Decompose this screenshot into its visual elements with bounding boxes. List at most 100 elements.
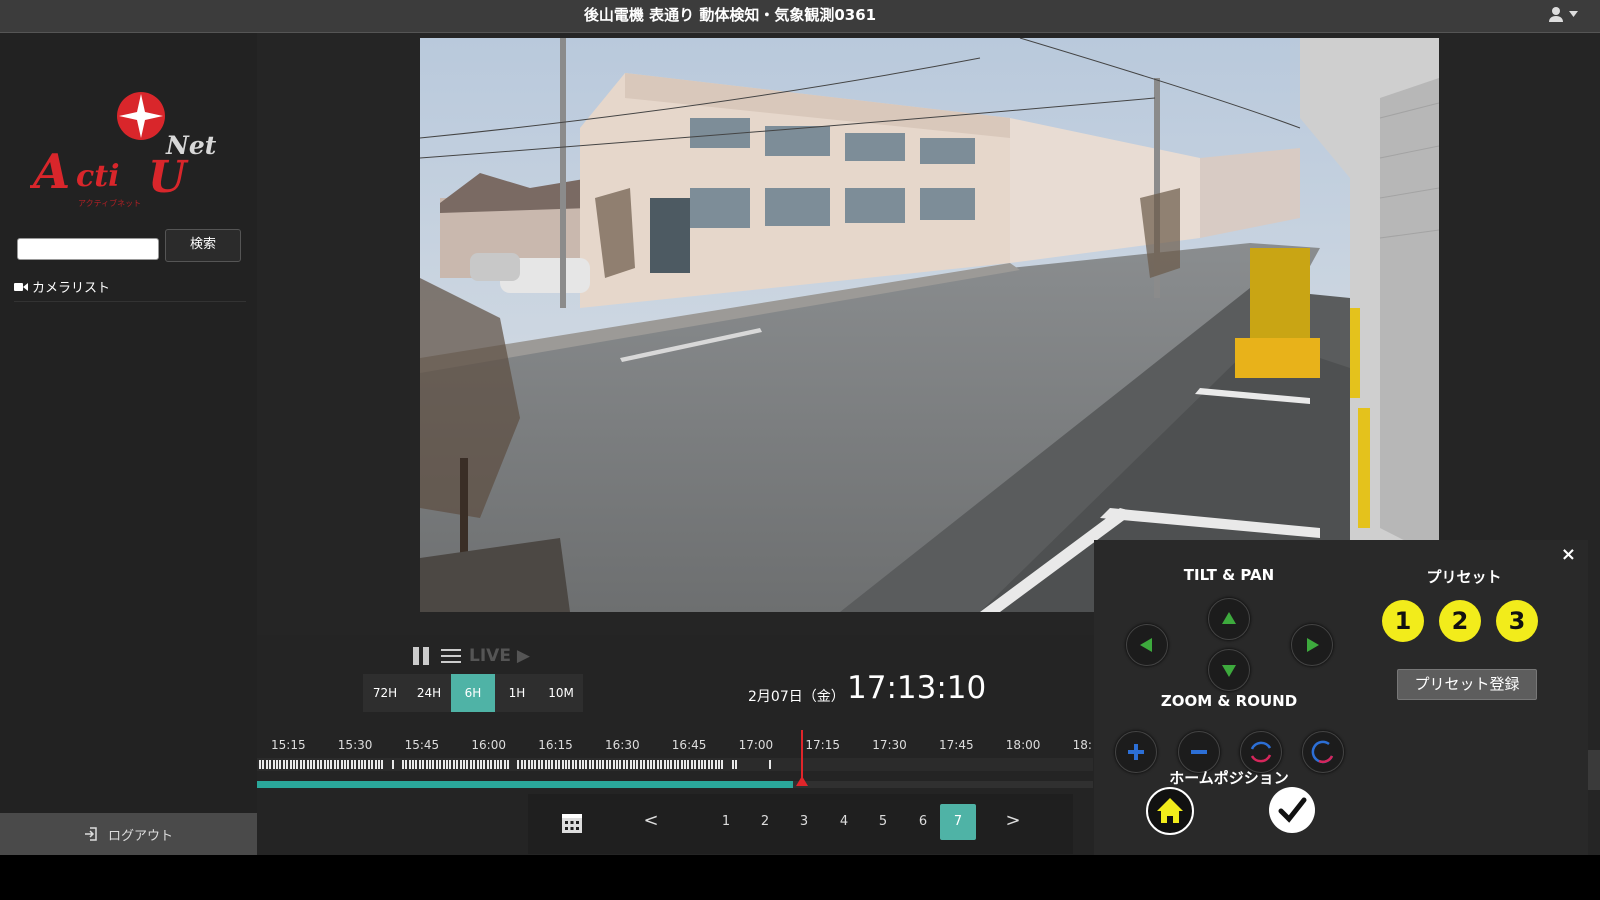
calendar-icon[interactable] [561, 812, 583, 834]
pager-prev-button[interactable]: < [641, 810, 661, 831]
range-button-10m[interactable]: 10M [539, 674, 583, 712]
motion-event-mark [551, 760, 554, 769]
motion-event-mark [578, 760, 581, 769]
pan-right-button[interactable] [1291, 624, 1333, 666]
motion-event-mark [718, 760, 720, 769]
motion-event-mark [524, 760, 527, 769]
motion-event-mark [575, 760, 578, 769]
svg-text:A: A [30, 144, 70, 200]
motion-event-mark [429, 760, 431, 769]
motion-event-mark [327, 760, 329, 769]
motion-event-mark [463, 760, 465, 769]
preset-register-button[interactable]: プリセット登録 [1397, 669, 1537, 700]
timeline-tick-label: 17:00 [738, 738, 774, 752]
playhead-marker[interactable] [796, 730, 808, 786]
actiunet-logo: A cti U Net アクティブネット [29, 88, 230, 218]
preset-button-1[interactable]: 1 [1382, 600, 1424, 642]
motion-event-mark [544, 760, 547, 769]
motion-event-mark [629, 760, 632, 769]
motion-event-mark [371, 760, 374, 769]
motion-event-mark [476, 760, 479, 769]
motion-event-mark [269, 760, 272, 769]
timeline[interactable]: 15:15 15:30 15:45 16:00 16:15 16:30 16:45 17:00… [257, 730, 1093, 792]
motion-event-mark [667, 760, 669, 769]
camera-list-link[interactable]: カメラリスト [14, 277, 110, 296]
search-input[interactable] [17, 238, 159, 260]
motion-event-mark [653, 760, 656, 769]
motion-event-mark [517, 760, 520, 769]
home-icon [1157, 798, 1183, 823]
motion-event-mark [697, 760, 700, 769]
tilt-up-button[interactable] [1208, 598, 1250, 640]
tilt-pan-label: TILT & PAN [1183, 566, 1275, 584]
motion-event-mark [605, 760, 608, 769]
motion-event-mark [340, 760, 343, 769]
divider [14, 301, 246, 302]
motion-event-mark [391, 760, 394, 769]
pause-button[interactable] [413, 647, 433, 665]
motion-event-mark [612, 760, 615, 769]
motion-event-mark [439, 760, 442, 769]
motion-event-mark [425, 760, 428, 769]
motion-event-mark [721, 760, 724, 769]
motion-event-mark [582, 760, 584, 769]
motion-event-mark [344, 760, 346, 769]
range-button-24h[interactable]: 24H [407, 674, 451, 712]
motion-event-mark [673, 760, 676, 769]
motion-event-mark [374, 760, 377, 769]
motion-event-mark [537, 760, 540, 769]
motion-event-mark [452, 760, 455, 769]
page-button-2[interactable]: 2 [755, 814, 775, 829]
motion-event-mark [531, 760, 533, 769]
camera-video-feed[interactable] [420, 38, 1439, 612]
user-menu[interactable] [1548, 6, 1578, 22]
preset-button-3[interactable]: 3 [1496, 600, 1538, 642]
timeline-tick-label: 17:45 [939, 738, 974, 752]
motion-event-mark [289, 760, 292, 769]
range-button-6h[interactable]: 6H [451, 674, 495, 712]
home-position-button[interactable] [1146, 787, 1194, 835]
motion-event-mark [527, 760, 530, 769]
motion-event-mark [279, 760, 282, 769]
pager-next-button[interactable]: > [1003, 810, 1023, 831]
close-button[interactable]: × [1561, 544, 1576, 565]
motion-event-mark [656, 760, 659, 769]
motion-event-mark [401, 760, 404, 769]
timeline-tick-label: 18: [1072, 738, 1092, 752]
confirm-button[interactable] [1269, 787, 1315, 833]
motion-event-mark [585, 760, 588, 769]
motion-event-mark [690, 760, 693, 769]
motion-event-mark [367, 760, 370, 769]
page-button-4[interactable]: 4 [834, 814, 854, 829]
tilt-down-button[interactable] [1208, 649, 1250, 691]
motion-event-mark [412, 760, 414, 769]
arrow-right-icon [1307, 638, 1319, 652]
playback-buttons: LIVE ▶ [413, 646, 530, 666]
motion-event-mark [636, 760, 639, 769]
pan-left-button[interactable] [1126, 624, 1168, 666]
motion-event-mark [646, 760, 649, 769]
motion-event-mark [711, 760, 714, 769]
preset-button-2[interactable]: 2 [1439, 600, 1481, 642]
page-button-5[interactable]: 5 [873, 814, 893, 829]
motion-event-mark [633, 760, 635, 769]
motion-event-mark [459, 760, 462, 769]
checkmark-icon [1278, 797, 1307, 823]
motion-event-mark [272, 760, 275, 769]
motion-event-mark [415, 760, 418, 769]
list-icon[interactable] [441, 647, 461, 665]
range-button-1h[interactable]: 1H [495, 674, 539, 712]
search-button[interactable]: 検索 [165, 229, 241, 262]
page-button-1[interactable]: 1 [716, 814, 736, 829]
motion-event-mark [299, 760, 302, 769]
live-button[interactable]: LIVE ▶ [469, 646, 530, 666]
page-button-6[interactable]: 6 [913, 814, 933, 829]
page-button-3[interactable]: 3 [794, 814, 814, 829]
range-button-72h[interactable]: 72H [363, 674, 407, 712]
logout-button[interactable]: ログアウト [0, 813, 257, 855]
page-button-7[interactable]: 7 [940, 804, 976, 840]
playback-date: 2月07日（金） [748, 689, 845, 705]
motion-event-mark [616, 760, 618, 769]
arrow-down-icon [1222, 665, 1236, 677]
motion-event-mark [306, 760, 309, 769]
